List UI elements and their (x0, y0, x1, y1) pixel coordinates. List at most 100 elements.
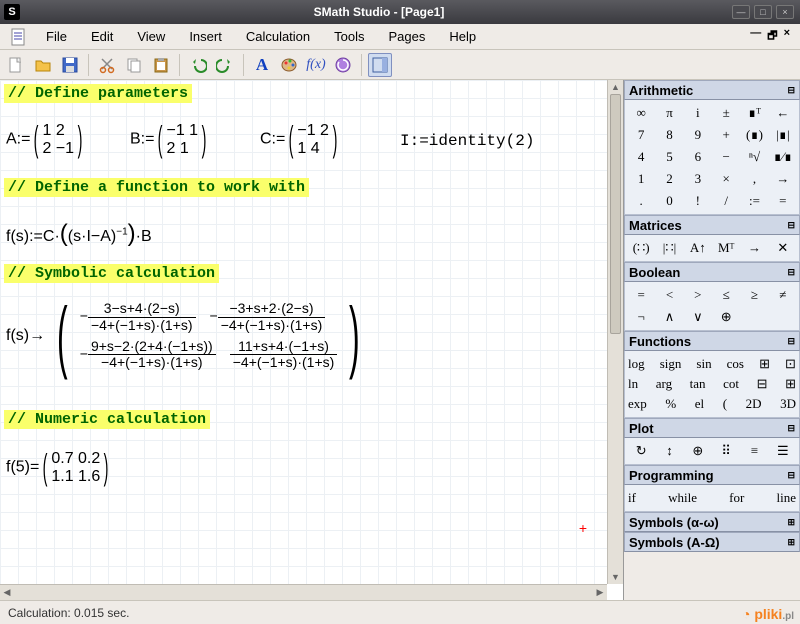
scroll-thumb[interactable] (610, 94, 621, 334)
function-definition[interactable]: f(s):=C·((s·I−A)−1)·B (6, 220, 152, 248)
palette-cell[interactable]: ≠ (770, 285, 796, 305)
collapse-icon[interactable]: ⊟ (787, 470, 795, 481)
matrix-a[interactable]: A:=(1 22 −1) (6, 122, 86, 157)
palette-header-plot[interactable]: Plot⊟ (624, 418, 800, 438)
palette-cell[interactable]: < (656, 285, 682, 305)
palette-cell[interactable]: (∷) (628, 238, 654, 258)
palette-cell[interactable]: , (741, 169, 767, 189)
symbolic-result[interactable]: f(s)→ ( −3−s+4·(2−s)−4+(−1+s)·(1+s) −−3+… (6, 300, 368, 372)
palette-cell[interactable]: ⊞ (785, 374, 796, 394)
mdi-restore-button[interactable]: 🗗 (767, 27, 777, 46)
palette-cell[interactable]: ⊡ (785, 354, 796, 374)
palette-cell[interactable]: ☰ (770, 441, 796, 461)
copy-button[interactable] (122, 53, 146, 77)
menu-calculation[interactable]: Calculation (234, 29, 322, 44)
font-button[interactable]: A (250, 53, 274, 77)
palette-cell[interactable]: ↕ (656, 441, 682, 461)
menu-insert[interactable]: Insert (177, 29, 234, 44)
palette-cell[interactable]: = (770, 191, 796, 211)
color-palette-button[interactable] (277, 53, 301, 77)
palette-cell[interactable]: line (776, 488, 796, 508)
palette-cell[interactable]: exp (628, 394, 647, 414)
palette-cell[interactable] (770, 307, 796, 327)
palette-cell[interactable]: cos (727, 354, 744, 374)
palette-header-matrices[interactable]: Matrices⊟ (624, 215, 800, 235)
palette-cell[interactable]: |∎| (770, 125, 796, 145)
collapse-icon[interactable]: ⊟ (787, 85, 795, 96)
collapse-icon[interactable]: ⊟ (787, 423, 795, 434)
palette-cell[interactable]: ∧ (656, 307, 682, 327)
palette-cell[interactable]: 3 (685, 169, 711, 189)
palette-cell[interactable]: ≥ (741, 285, 767, 305)
palette-cell[interactable]: ∎ᵀ (741, 103, 767, 123)
palette-cell[interactable]: 5 (656, 147, 682, 167)
menu-edit[interactable]: Edit (79, 29, 125, 44)
redo-button[interactable] (213, 53, 237, 77)
palette-cell[interactable]: ⁿ√ (741, 147, 767, 167)
palette-cell[interactable]: ← (770, 103, 796, 123)
palette-cell[interactable]: ln (628, 374, 638, 394)
palette-cell[interactable]: % (665, 394, 676, 414)
minimize-button[interactable]: — (732, 5, 750, 19)
palette-cell[interactable]: . (628, 191, 654, 211)
scroll-down-icon[interactable]: ▼ (608, 570, 623, 584)
palette-cell[interactable]: ⠿ (713, 441, 739, 461)
palette-cell[interactable]: ! (685, 191, 711, 211)
palette-cell[interactable]: tan (690, 374, 706, 394)
palette-header-boolean[interactable]: Boolean⊟ (624, 262, 800, 282)
palette-cell[interactable]: |∷| (656, 238, 682, 258)
menu-pages[interactable]: Pages (377, 29, 438, 44)
recalculate-button[interactable] (331, 53, 355, 77)
identity-def[interactable]: I:=identity(2) (400, 132, 534, 150)
palette-cell[interactable]: 0 (656, 191, 682, 211)
palette-cell[interactable]: 3D (780, 394, 796, 414)
palette-cell[interactable]: ≤ (713, 285, 739, 305)
palette-cell[interactable]: ¬ (628, 307, 654, 327)
toggle-panel-button[interactable] (368, 53, 392, 77)
close-button[interactable]: × (776, 5, 794, 19)
palette-cell[interactable]: 2 (656, 169, 682, 189)
paste-button[interactable] (149, 53, 173, 77)
menu-help[interactable]: Help (437, 29, 488, 44)
palette-cell[interactable]: 9 (685, 125, 711, 145)
palette-cell[interactable]: while (668, 488, 697, 508)
palette-cell[interactable] (741, 307, 767, 327)
matrix-b[interactable]: B:=(−1 1 2 1) (130, 122, 210, 157)
palette-cell[interactable]: ∨ (685, 307, 711, 327)
horizontal-scrollbar[interactable]: ◀ ▶ (0, 584, 607, 600)
palette-cell[interactable]: > (685, 285, 711, 305)
palette-cell[interactable]: := (741, 191, 767, 211)
palette-header-arithmetic[interactable]: Arithmetic⊟ (624, 80, 800, 100)
palette-cell[interactable]: for (729, 488, 744, 508)
palette-cell[interactable]: 4 (628, 147, 654, 167)
matrix-c[interactable]: C:=(−1 2 1 4) (260, 122, 341, 157)
palette-cell[interactable]: sin (696, 354, 711, 374)
palette-cell[interactable]: ∞ (628, 103, 654, 123)
vertical-scrollbar[interactable]: ▲ ▼ (607, 80, 623, 584)
mdi-minimize-button[interactable]: — (750, 27, 761, 46)
palette-cell[interactable]: if (628, 488, 636, 508)
save-file-button[interactable] (58, 53, 82, 77)
palette-cell[interactable]: Mᵀ (713, 238, 739, 258)
palette-cell[interactable]: → (770, 169, 796, 189)
insert-function-button[interactable]: f(x) (304, 53, 328, 77)
palette-cell[interactable]: ∎⁄∎ (770, 147, 796, 167)
cut-button[interactable] (95, 53, 119, 77)
collapse-icon[interactable]: ⊟ (787, 220, 795, 231)
worksheet-area[interactable]: // Define parameters A:=(1 22 −1) B:=(−1… (0, 80, 624, 600)
palette-cell[interactable]: ⊟ (757, 374, 768, 394)
maximize-button[interactable]: □ (754, 5, 772, 19)
palette-cell[interactable]: ✕ (770, 238, 796, 258)
palette-cell[interactable]: × (713, 169, 739, 189)
palette-cell[interactable]: ⊞ (759, 354, 770, 374)
palette-cell[interactable]: log (628, 354, 645, 374)
scroll-right-icon[interactable]: ▶ (593, 585, 607, 600)
mdi-close-button[interactable]: × (784, 27, 790, 46)
scroll-left-icon[interactable]: ◀ (0, 585, 14, 600)
palette-cell[interactable]: 1 (628, 169, 654, 189)
expand-icon[interactable]: ⊞ (787, 537, 795, 548)
menu-view[interactable]: View (125, 29, 177, 44)
menu-file[interactable]: File (34, 29, 79, 44)
palette-cell[interactable]: + (713, 125, 739, 145)
expand-icon[interactable]: ⊞ (787, 517, 795, 528)
